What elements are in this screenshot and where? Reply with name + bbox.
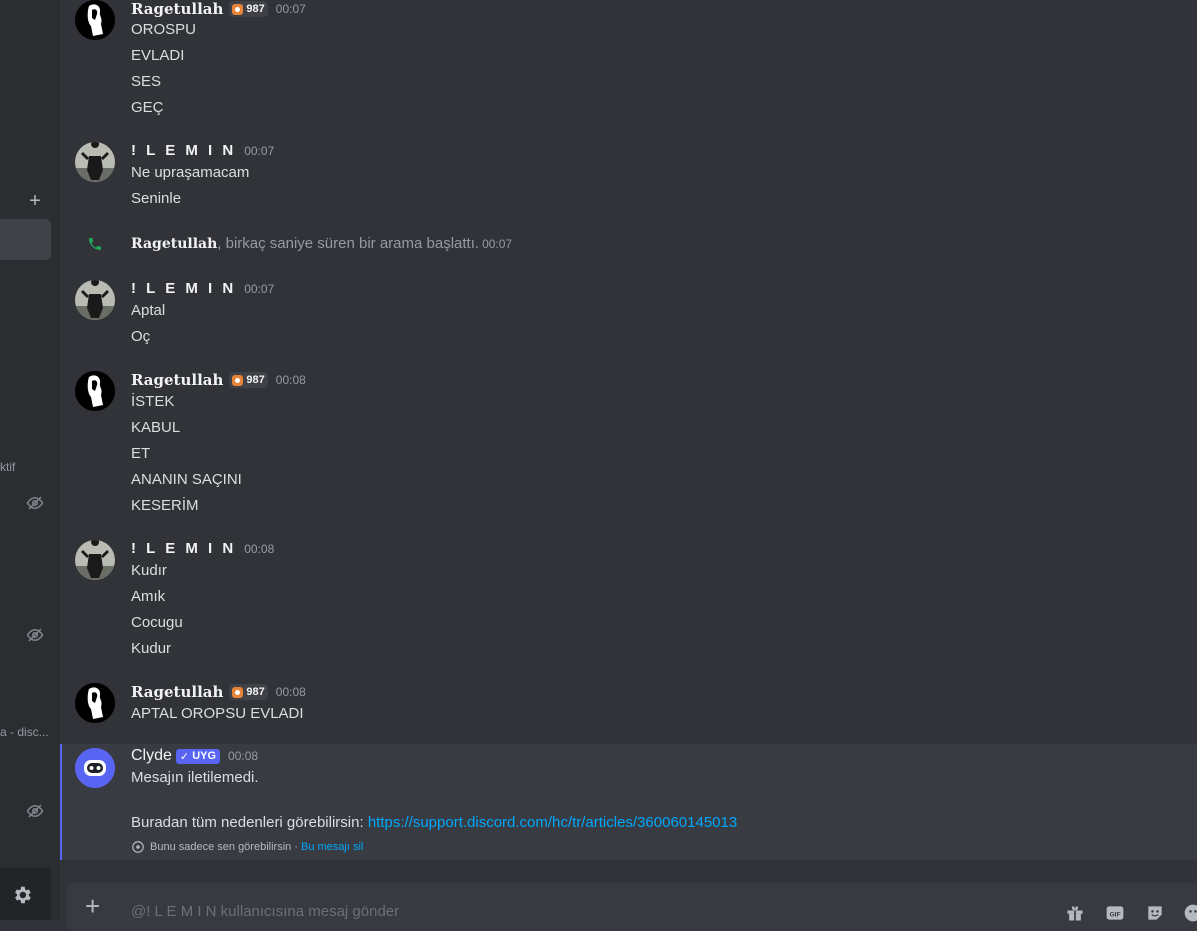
avatar[interactable]: [75, 683, 115, 723]
guild-tag-icon: [232, 3, 244, 15]
chat-area: Ragetullah 987 00:07 OROSPU EVLADI SES G…: [60, 0, 1197, 931]
username[interactable]: Ragetullah: [131, 683, 223, 701]
username[interactable]: ! L E M I N: [131, 280, 236, 297]
message-line: GEÇ: [131, 99, 164, 116]
call-description: , birkaç saniye süren bir arama başlattı…: [217, 235, 480, 252]
message-line: Aptal: [131, 302, 166, 319]
username[interactable]: ! L E M I N: [131, 142, 236, 159]
dismiss-message-link[interactable]: Bu mesajı sil: [301, 841, 363, 853]
gear-icon[interactable]: [11, 884, 33, 906]
avatar[interactable]: [75, 0, 115, 40]
message-line: Buradan tüm nedenleri görebilirsin: http…: [131, 814, 738, 831]
timestamp: 00:08: [275, 685, 306, 699]
guild-tag-icon: [232, 686, 244, 698]
message-line: Cocugu: [131, 614, 183, 631]
message-input[interactable]: @! L E M I N kullanıcısına mesaj gönder: [131, 903, 399, 920]
hidden-eye-icon[interactable]: [26, 802, 44, 820]
timestamp: 00:07: [244, 281, 275, 296]
hidden-eye-icon[interactable]: [26, 626, 44, 644]
message-line: İSTEK: [131, 393, 175, 410]
sidebar-status-text: ktif: [0, 460, 16, 474]
eye-icon: [132, 841, 144, 853]
create-dm-button[interactable]: +: [26, 191, 44, 211]
message-line: KABUL: [131, 419, 181, 436]
ephemeral-note: Bunu sadece sen görebilirsin · Bu mesajı…: [131, 840, 363, 854]
clyde-ephemeral-message: Clyde ✓ UYG 00:08 Mesajın iletilemedi. B…: [60, 744, 1197, 860]
avatar[interactable]: [75, 540, 115, 580]
app-badge: ✓ UYG: [175, 748, 221, 764]
call-author[interactable]: Ragetullah: [131, 236, 217, 252]
timestamp: 00:07: [244, 143, 275, 158]
message-composer: + @! L E M I N kullanıcısına mesaj gönde…: [67, 883, 1197, 931]
username[interactable]: Ragetullah: [131, 0, 223, 18]
guild-tag-badge[interactable]: 987: [229, 684, 268, 700]
username[interactable]: ! L E M I N: [131, 540, 236, 557]
dm-sidebar: + ktif a - disc...: [0, 0, 51, 920]
sidebar-divider: [51, 0, 60, 920]
guild-tag-icon: [232, 374, 244, 386]
gif-icon[interactable]: GIF: [1105, 903, 1125, 923]
message-line: Mesajın iletilemedi.: [131, 769, 259, 786]
message-line: APTAL OROPSU EVLADI: [131, 705, 304, 722]
selected-dm-item[interactable]: [0, 219, 51, 260]
phone-icon: [89, 238, 101, 250]
support-link[interactable]: https://support.discord.com/hc/tr/articl…: [368, 814, 737, 831]
message-line: OROSPU: [131, 21, 197, 38]
timestamp: 00:07: [482, 237, 513, 251]
message-line: ANANIN SAÇINI: [131, 471, 242, 488]
avatar[interactable]: [75, 142, 115, 182]
message-line: EVLADI: [131, 47, 185, 64]
message-line: Ne upraşamacam: [131, 164, 250, 181]
guild-tag-badge[interactable]: 987: [229, 372, 268, 388]
message-line: SES: [131, 73, 162, 90]
clyde-avatar[interactable]: [75, 748, 115, 788]
avatar[interactable]: [75, 280, 115, 320]
message-line: ET: [131, 445, 151, 462]
message-line: Seninle: [131, 190, 182, 207]
guild-tag-badge[interactable]: 987: [229, 1, 268, 17]
gift-icon[interactable]: [1065, 903, 1085, 923]
call-event: Ragetullah, birkaç saniye süren bir aram…: [60, 234, 1197, 254]
avatar[interactable]: [75, 371, 115, 411]
emoji-icon[interactable]: [1183, 903, 1197, 923]
timestamp: 00:08: [244, 541, 275, 556]
timestamp: 00:08: [275, 373, 306, 387]
message-line: Amık: [131, 588, 166, 605]
timestamp: 00:08: [228, 749, 259, 763]
hidden-eye-icon[interactable]: [26, 494, 44, 512]
message-line: KESERİM: [131, 497, 199, 514]
check-icon: ✓: [179, 750, 193, 763]
username[interactable]: Clyde: [131, 747, 172, 765]
message-line: Kudır: [131, 562, 167, 579]
user-panel: [0, 868, 51, 920]
message-line: Kudur: [131, 640, 172, 657]
message-line: Oç: [131, 328, 151, 345]
upload-button[interactable]: +: [85, 893, 100, 919]
sidebar-activity-text: a - disc...: [0, 725, 49, 739]
svg-text:GIF: GIF: [1109, 911, 1120, 918]
sticker-icon[interactable]: [1145, 903, 1165, 923]
timestamp: 00:07: [275, 2, 306, 16]
username[interactable]: Ragetullah: [131, 371, 223, 389]
